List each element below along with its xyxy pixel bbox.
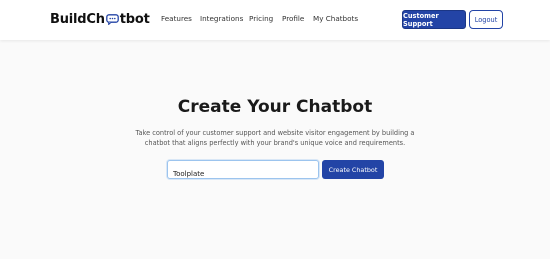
nav-item-features[interactable]: Features [161,14,192,23]
page-title: Create Your Chatbot [177,97,373,117]
create-chatbot-button[interactable]: Create Chatbot [322,160,384,179]
nav-item-pricing[interactable]: Pricing [249,14,273,23]
description-line-1: Take control of your customer support an… [135,129,415,137]
nav-item-profile[interactable]: Profile [282,14,304,23]
chatbot-name-input[interactable] [168,165,318,183]
top-navbar: BuildCh tbot Features Integrations Prici… [0,0,550,40]
logo-text-right: tbot [119,11,150,27]
nav-item-my-chatbots[interactable]: My Chatbots [313,14,358,23]
logo-text-left: BuildCh [50,11,105,27]
page-description: Take control of your customer support an… [130,128,420,148]
brand-logo[interactable]: BuildCh tbot [50,10,150,28]
chatbot-name-field[interactable] [167,160,319,183]
chat-bubble-icon [105,13,119,25]
logout-button[interactable]: Logout [469,10,503,29]
description-line-2: chatbot that aligns perfectly with your … [144,139,406,147]
nav-item-integrations[interactable]: Integrations [200,14,243,23]
customer-support-button[interactable]: Customer Support [402,10,466,29]
